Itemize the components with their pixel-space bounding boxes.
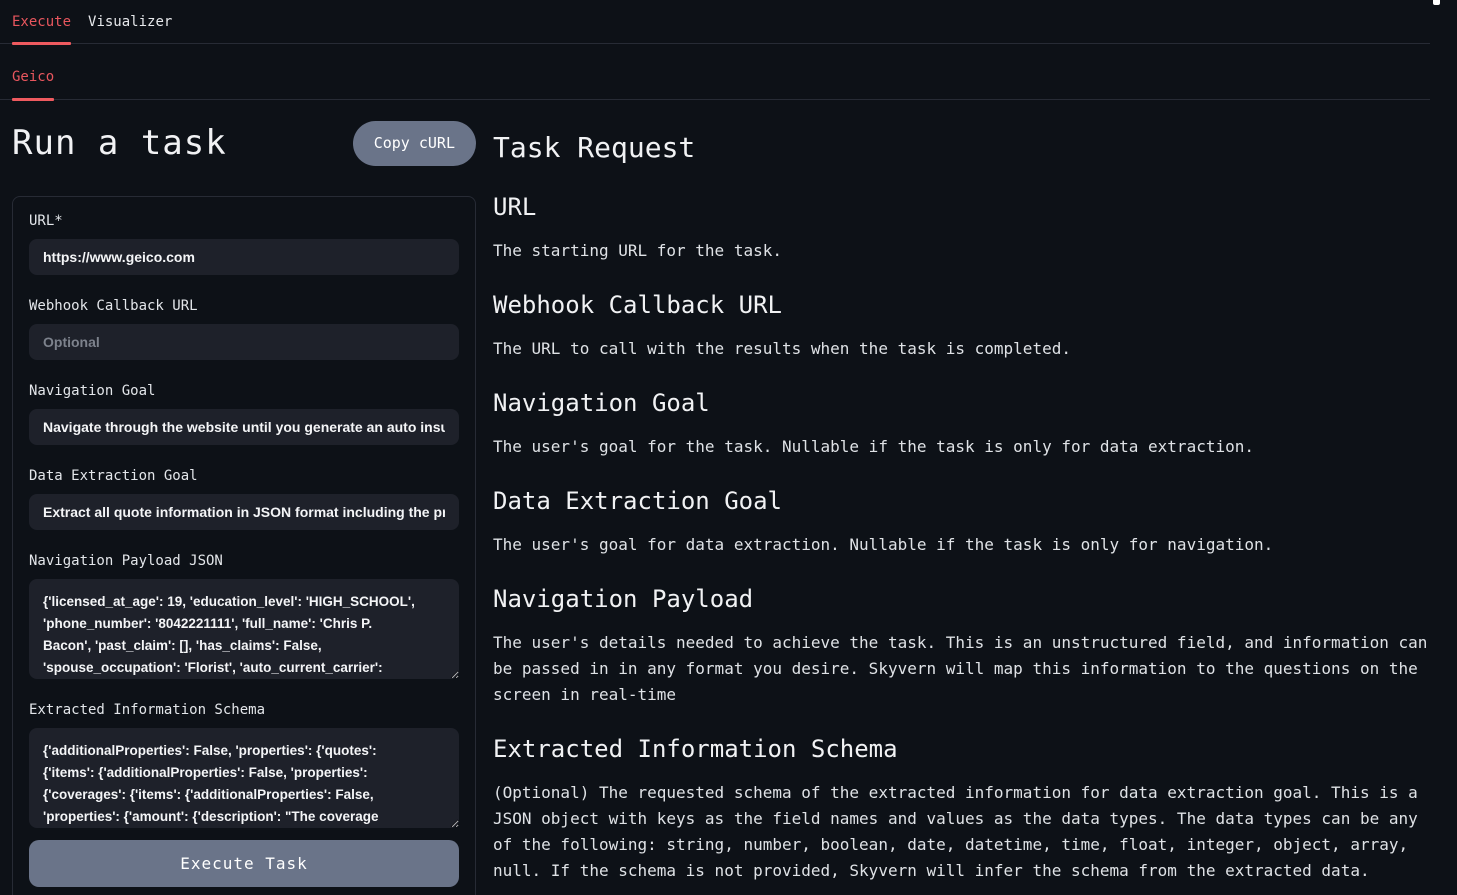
doc-body-url: The starting URL for the task. xyxy=(493,238,1443,264)
url-field-group: URL* xyxy=(29,213,459,275)
doc-body-extracted-schema: (Optional) The requested schema of the e… xyxy=(493,780,1443,884)
doc-section-navigation-goal: Navigation Goal The user's goal for the … xyxy=(493,388,1457,460)
secondary-tab-bar-inner: Geico xyxy=(0,44,1430,100)
run-task-panel: Run a task Copy cURL URL* Webhook Callba… xyxy=(12,100,476,895)
webhook-url-label: Webhook Callback URL xyxy=(29,298,459,315)
webhook-url-input[interactable] xyxy=(29,324,459,360)
copy-curl-button[interactable]: Copy cURL xyxy=(353,121,476,166)
navigation-payload-textarea[interactable]: {'licensed_at_age': 19, 'education_level… xyxy=(29,579,459,679)
url-input[interactable] xyxy=(29,239,459,275)
page-title: Run a task xyxy=(12,123,227,163)
doc-heading-navigation-goal: Navigation Goal xyxy=(493,388,1457,418)
navigation-payload-field-group: Navigation Payload JSON {'licensed_at_ag… xyxy=(29,553,459,679)
doc-body-webhook: The URL to call with the results when th… xyxy=(493,336,1443,362)
doc-body-data-extraction-goal: The user's goal for data extraction. Nul… xyxy=(493,532,1443,558)
scrollbar-thumb[interactable] xyxy=(1433,0,1440,5)
doc-section-url: URL The starting URL for the task. xyxy=(493,192,1457,264)
execute-task-button[interactable]: Execute Task xyxy=(29,840,459,887)
doc-heading-navigation-payload: Navigation Payload xyxy=(493,584,1457,614)
navigation-goal-field-group: Navigation Goal xyxy=(29,383,459,445)
doc-body-navigation-payload: The user's details needed to achieve the… xyxy=(493,630,1443,708)
doc-heading-url: URL xyxy=(493,192,1457,222)
doc-section-webhook: Webhook Callback URL The URL to call wit… xyxy=(493,290,1457,362)
navigation-goal-label: Navigation Goal xyxy=(29,383,459,400)
tab-geico[interactable]: Geico xyxy=(12,54,54,99)
doc-section-extracted-schema: Extracted Information Schema (Optional) … xyxy=(493,734,1457,884)
main-content: Run a task Copy cURL URL* Webhook Callba… xyxy=(0,100,1457,895)
doc-section-data-extraction-goal: Data Extraction Goal The user's goal for… xyxy=(493,486,1457,558)
skyvern-app: { "colors": { "accent_red": "#e8565e", "… xyxy=(0,0,1457,895)
primary-tab-bar-inner: Execute Visualizer xyxy=(0,0,1430,44)
doc-heading-extracted-schema: Extracted Information Schema xyxy=(493,734,1457,764)
url-label: URL* xyxy=(29,213,459,230)
tab-execute[interactable]: Execute xyxy=(12,0,71,43)
doc-section-navigation-payload: Navigation Payload The user's details ne… xyxy=(493,584,1457,708)
webhook-field-group: Webhook Callback URL xyxy=(29,298,459,360)
extracted-schema-field-group: Extracted Information Schema {'additiona… xyxy=(29,702,459,828)
navigation-goal-input[interactable] xyxy=(29,409,459,445)
doc-heading-webhook: Webhook Callback URL xyxy=(493,290,1457,320)
docs-title: Task Request xyxy=(493,130,1457,166)
tab-visualizer[interactable]: Visualizer xyxy=(88,0,172,43)
extracted-schema-label: Extracted Information Schema xyxy=(29,702,459,719)
data-extraction-goal-field-group: Data Extraction Goal xyxy=(29,468,459,530)
data-extraction-goal-input[interactable] xyxy=(29,494,459,530)
navigation-payload-label: Navigation Payload JSON xyxy=(29,553,459,570)
title-row: Run a task Copy cURL xyxy=(12,120,476,166)
task-request-docs: Task Request URL The starting URL for th… xyxy=(493,100,1457,884)
primary-tab-bar: Execute Visualizer xyxy=(0,0,1457,44)
doc-body-navigation-goal: The user's goal for the task. Nullable i… xyxy=(493,434,1443,460)
data-extraction-goal-label: Data Extraction Goal xyxy=(29,468,459,485)
extracted-schema-textarea[interactable]: {'additionalProperties': False, 'propert… xyxy=(29,728,459,828)
doc-heading-data-extraction-goal: Data Extraction Goal xyxy=(493,486,1457,516)
secondary-tab-bar: Geico xyxy=(0,44,1457,100)
task-form-card: URL* Webhook Callback URL Navigation Goa… xyxy=(12,196,476,895)
